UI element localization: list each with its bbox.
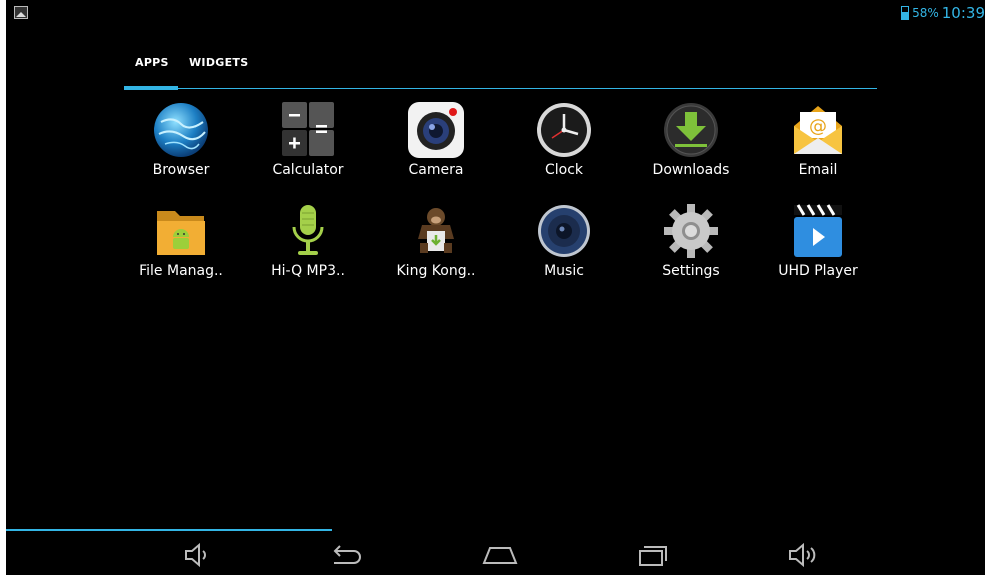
app-music[interactable]: Music: [504, 201, 624, 291]
status-indicators: 58% 10:39: [901, 4, 985, 22]
tab-widgets[interactable]: WIDGETS: [189, 56, 248, 69]
app-label: Music: [544, 263, 584, 279]
app-email[interactable]: @ Email: [758, 100, 878, 190]
calculator-icon: [278, 100, 338, 160]
page-indicator: [6, 529, 332, 531]
app-label: Downloads: [652, 162, 730, 178]
image-icon[interactable]: [14, 6, 28, 19]
download-icon: [661, 100, 721, 160]
tab-apps[interactable]: APPS: [135, 56, 169, 69]
android-screen: 58% 10:39 APPS WIDGETS Browser Calculato…: [6, 0, 985, 575]
app-label: King Kong..: [396, 263, 476, 279]
globe-icon: [151, 100, 211, 160]
app-downloads[interactable]: Downloads: [631, 100, 751, 190]
app-label: File Manag..: [139, 263, 223, 279]
app-hi-q-mp3[interactable]: Hi-Q MP3..: [248, 201, 368, 291]
app-clock[interactable]: Clock: [504, 100, 624, 190]
svg-text:@: @: [809, 116, 827, 137]
gorilla-icon: [406, 201, 466, 261]
app-calculator[interactable]: Calculator: [248, 100, 368, 190]
app-settings[interactable]: Settings: [631, 201, 751, 291]
back-icon[interactable]: [328, 540, 368, 570]
app-uhd-player[interactable]: UHD Player: [758, 201, 878, 291]
app-king-kong[interactable]: King Kong..: [376, 201, 496, 291]
folder-android-icon: [151, 201, 211, 261]
email-icon: @: [788, 100, 848, 160]
app-label: Browser: [152, 162, 210, 178]
app-file-manager[interactable]: File Manag..: [121, 201, 241, 291]
app-label: Clock: [544, 162, 584, 178]
app-camera[interactable]: Camera: [376, 100, 496, 190]
speaker-icon: [534, 201, 594, 261]
camera-icon: [406, 100, 466, 160]
microphone-icon: [278, 201, 338, 261]
app-label: Email: [798, 162, 838, 178]
battery-icon: [901, 6, 910, 20]
app-browser[interactable]: Browser: [121, 100, 241, 190]
volume-up-icon[interactable]: [784, 540, 824, 570]
tab-divider: [124, 88, 877, 89]
active-tab-indicator: [124, 86, 178, 90]
recent-apps-icon[interactable]: [632, 540, 672, 570]
app-label: Hi-Q MP3..: [271, 263, 345, 279]
app-label: UHD Player: [778, 263, 858, 279]
app-label: Camera: [408, 162, 464, 178]
app-label: Calculator: [272, 162, 344, 178]
status-time: 10:39: [941, 4, 985, 22]
volume-down-icon[interactable]: [180, 540, 220, 570]
app-label: Settings: [662, 263, 720, 279]
gear-icon: [661, 201, 721, 261]
clock-icon: [534, 100, 594, 160]
clapperboard-icon: [788, 201, 848, 261]
battery-percentage: 58%: [912, 6, 939, 20]
status-bar: 58% 10:39: [6, 0, 985, 28]
home-icon[interactable]: [480, 540, 520, 570]
